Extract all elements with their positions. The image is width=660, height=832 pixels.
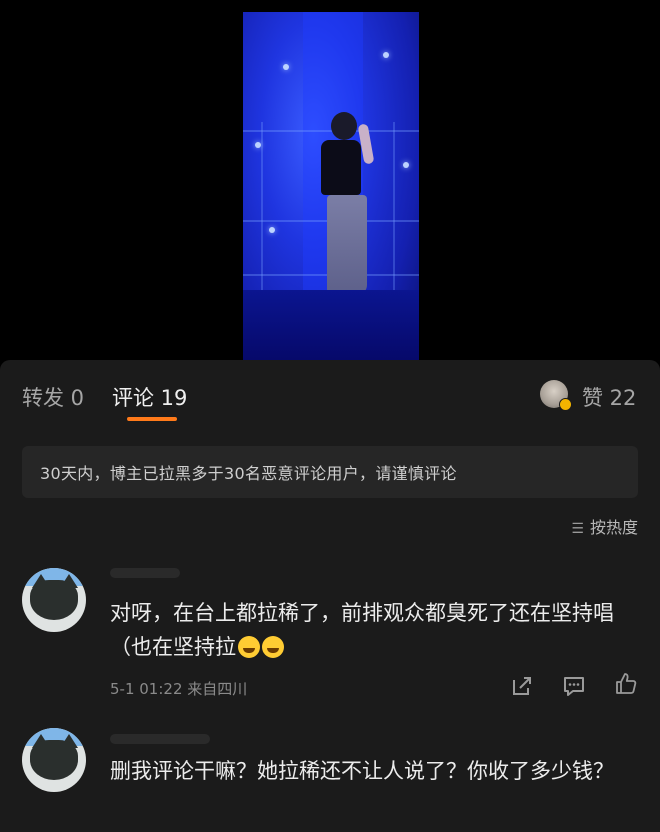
singer-figure [331, 112, 357, 140]
stage-floor [243, 290, 419, 360]
verified-badge-icon [559, 398, 572, 411]
tab-comments[interactable]: 评论 19 [112, 382, 187, 412]
comment-panel: 转发 0 评论 19 赞 22 30天内，博主已拉黑多于30名恶意评论用户，请谨… [0, 360, 660, 832]
comment-text: 对呀，在台上都拉稀了，前排观众都臭死了还在坚持唱（也在坚持拉 [110, 601, 614, 659]
singer-figure [321, 140, 361, 195]
sort-label: 按热度 [589, 518, 638, 537]
singer-figure [327, 195, 367, 295]
stage-light [283, 64, 289, 70]
reply-icon[interactable] [562, 674, 586, 698]
notice-text: 30天内，博主已拉黑多于30名恶意评论用户，请谨慎评论 [40, 464, 457, 483]
avatar[interactable] [22, 568, 86, 632]
notice-banner: 30天内，博主已拉黑多于30名恶意评论用户，请谨慎评论 [22, 446, 638, 498]
comment-meta: 5-1 01:22 来自四川 [110, 680, 248, 698]
page: 转发 0 评论 19 赞 22 30天内，博主已拉黑多于30名恶意评论用户，请谨… [0, 0, 660, 832]
active-tab-indicator [127, 417, 177, 421]
comment-text: 删我评论干嘛？她拉稀还不让人说了？你收了多少钱？ [110, 759, 614, 783]
avatar[interactable] [22, 728, 86, 792]
username-blurred[interactable] [110, 734, 210, 744]
laugh-cry-emoji [262, 636, 284, 658]
like-icon[interactable] [614, 672, 638, 696]
concert-video[interactable] [243, 12, 419, 360]
stage-light [255, 142, 261, 148]
stage-light [403, 162, 409, 168]
sort-icon: ☰ [571, 521, 584, 537]
sort-button[interactable]: ☰ 按热度 [571, 514, 638, 538]
tab-repost[interactable]: 转发 0 [22, 382, 84, 412]
username-blurred[interactable] [110, 568, 180, 578]
stage-light [269, 227, 275, 233]
share-icon[interactable] [510, 674, 534, 698]
tab-likes[interactable]: 赞 22 [582, 382, 636, 412]
stage-light [383, 52, 389, 58]
laugh-cry-emoji [238, 636, 260, 658]
tab-bar: 转发 0 评论 19 赞 22 [0, 360, 660, 430]
